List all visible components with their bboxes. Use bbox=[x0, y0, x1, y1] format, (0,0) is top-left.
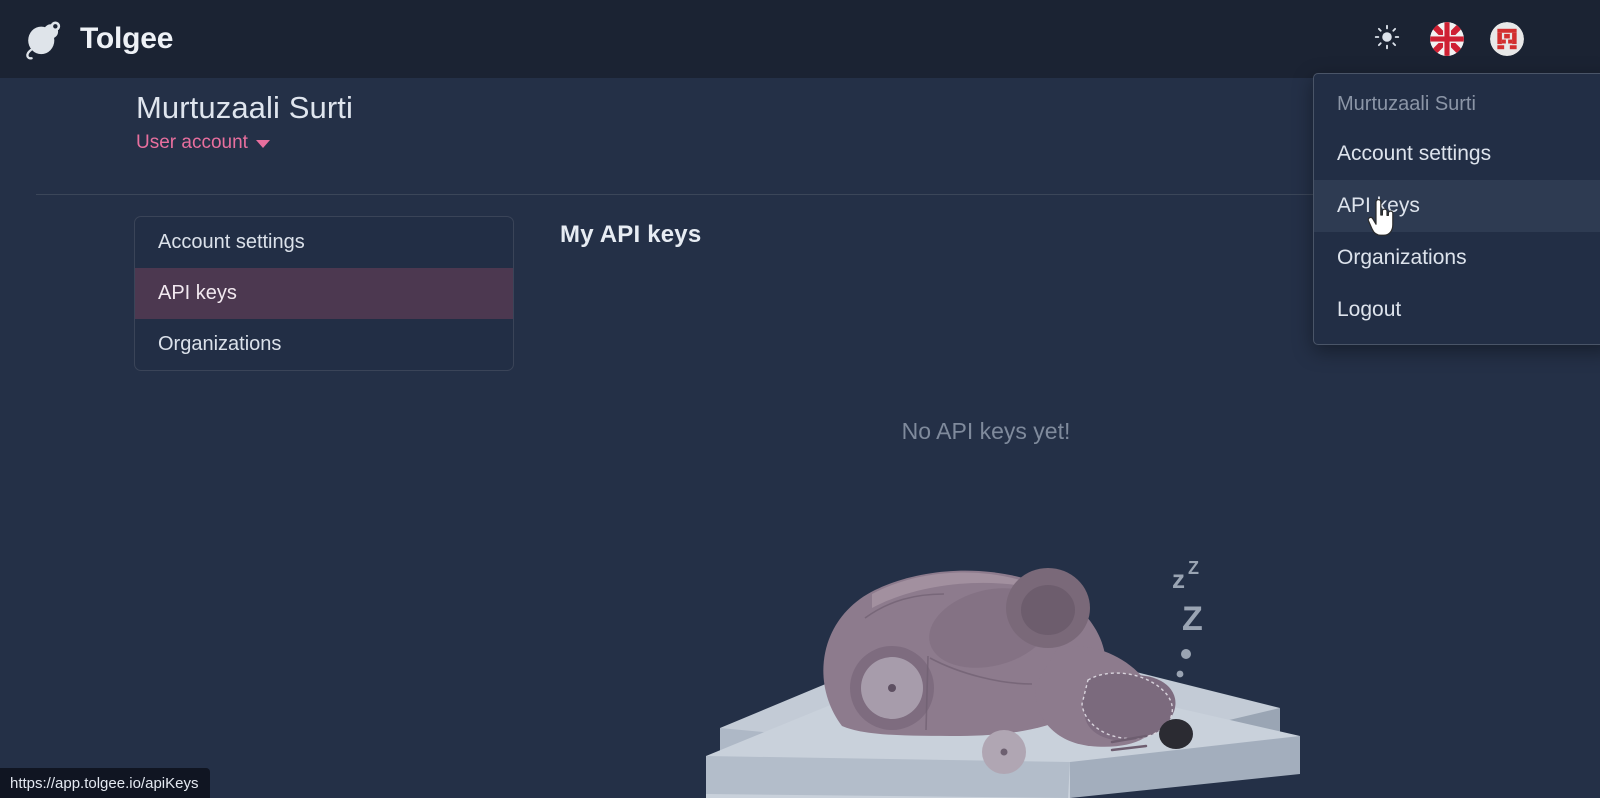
top-navigation-bar: Tolgee bbox=[0, 0, 1600, 78]
dropdown-item-organizations[interactable]: Organizations bbox=[1314, 232, 1600, 284]
settings-sidebar: Account settings API keys Organizations bbox=[134, 216, 514, 371]
sleeping-mouse-mascot-illustration: z Z Z bbox=[660, 498, 1340, 798]
sidebar-item-label: Account settings bbox=[158, 231, 305, 253]
sun-icon bbox=[1374, 24, 1400, 55]
sidebar-item-api-keys[interactable]: API keys bbox=[135, 268, 513, 319]
user-account-label: User account bbox=[136, 131, 248, 153]
dropdown-item-api-keys[interactable]: API keys bbox=[1314, 180, 1600, 232]
sidebar-item-label: Organizations bbox=[158, 333, 282, 355]
brand-name-label: Tolgee bbox=[80, 22, 174, 55]
uk-flag-icon bbox=[1430, 22, 1464, 56]
dropdown-user-name-header: Murtuzaali Surti bbox=[1337, 92, 1476, 115]
dropdown-item-label: Account settings bbox=[1337, 142, 1492, 165]
dropdown-item-account-settings[interactable]: Account settings bbox=[1314, 128, 1600, 180]
browser-status-bar: https://app.tolgee.io/apiKeys bbox=[0, 768, 211, 798]
chevron-down-icon bbox=[255, 139, 270, 148]
svg-text:Z: Z bbox=[1188, 558, 1199, 578]
svg-text:Z: Z bbox=[1182, 600, 1203, 638]
sidebar-item-organizations[interactable]: Organizations bbox=[135, 319, 513, 370]
status-bar-url: https://app.tolgee.io/apiKeys bbox=[10, 774, 199, 792]
content-heading: My API keys bbox=[560, 221, 702, 248]
dropdown-item-logout[interactable]: Logout bbox=[1314, 284, 1600, 336]
svg-text:z: z bbox=[1172, 564, 1185, 594]
sidebar-item-account-settings[interactable]: Account settings bbox=[135, 217, 513, 268]
dropdown-item-label: Logout bbox=[1337, 298, 1402, 321]
topbar-actions bbox=[1370, 22, 1524, 56]
theme-toggle-button[interactable] bbox=[1370, 22, 1404, 56]
user-avatar-button[interactable] bbox=[1490, 22, 1524, 56]
empty-state-message: No API keys yet! bbox=[901, 418, 1071, 444]
sidebar-item-label: API keys bbox=[158, 282, 237, 304]
app-root: Tolgee Murtuzaali Surti User account Acc… bbox=[0, 0, 1600, 798]
dropdown-item-label: Organizations bbox=[1337, 246, 1467, 269]
language-selector-button[interactable] bbox=[1430, 22, 1464, 56]
user-account-dropdown-trigger[interactable]: User account bbox=[136, 132, 270, 154]
brand-logo-link[interactable]: Tolgee bbox=[22, 17, 173, 61]
dropdown-item-label: API keys bbox=[1337, 194, 1420, 217]
tolgee-mouse-logo-icon bbox=[22, 17, 66, 61]
user-account-dropdown-menu: Murtuzaali Surti Account settings API ke… bbox=[1313, 73, 1600, 345]
user-avatar-identicon-icon bbox=[1490, 22, 1524, 56]
